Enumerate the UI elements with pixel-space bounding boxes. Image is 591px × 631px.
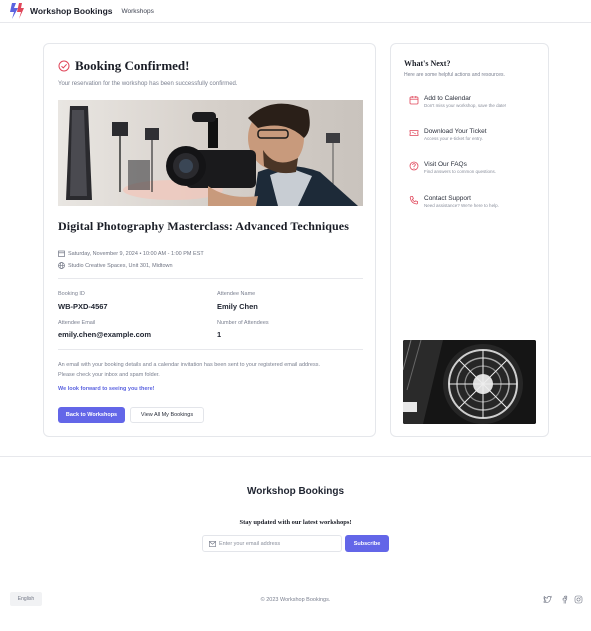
booking-confirmation-card: Booking Confirmed! Your reservation for … bbox=[43, 43, 376, 437]
workshop-datetime-row: Saturday, November 9, 2024 • 10:00 AM - … bbox=[58, 250, 204, 257]
action-description: Access your e-ticket for entry. bbox=[424, 136, 483, 141]
brand[interactable]: Workshop Bookings bbox=[9, 2, 113, 20]
newsletter-email-input[interactable] bbox=[219, 540, 329, 547]
ticket-icon bbox=[409, 130, 419, 136]
confirmation-subtitle: Your reservation for the workshop has be… bbox=[58, 81, 238, 87]
workshop-title: Digital Photography Masterclass: Advance… bbox=[58, 219, 350, 233]
workshop-location-row: Studio Creative Spaces, Unit 301, Midtow… bbox=[58, 262, 173, 269]
mail-icon bbox=[209, 540, 216, 547]
confirmation-title: Booking Confirmed! bbox=[75, 58, 190, 73]
instagram-icon[interactable] bbox=[574, 595, 583, 604]
action-title: Add to Calendar bbox=[424, 95, 471, 102]
calendar-icon bbox=[409, 96, 419, 105]
view-all-bookings-button[interactable]: View All My Bookings bbox=[130, 407, 204, 423]
workshop-datetime: Saturday, November 9, 2024 • 10:00 AM - … bbox=[68, 250, 204, 257]
action-description: Need assistance? We're here to help. bbox=[424, 203, 499, 208]
whats-next-subtitle: Here are some helpful actions and resour… bbox=[404, 72, 505, 78]
action-description: Don't miss your workshop, save the date! bbox=[424, 103, 507, 108]
action-title: Visit Our FAQs bbox=[424, 161, 467, 168]
globe-icon bbox=[58, 262, 65, 269]
footer-divider bbox=[0, 456, 591, 457]
visit-faqs-action[interactable]: Visit Our FAQs Find answers to common qu… bbox=[409, 161, 496, 174]
action-title: Download Your Ticket bbox=[424, 128, 487, 135]
attendee-name-label: Attendee Name bbox=[217, 291, 256, 297]
newsletter-email-field[interactable] bbox=[202, 535, 342, 552]
newsletter-title: Stay updated with our latest workshops! bbox=[239, 519, 352, 526]
check-circle-icon bbox=[58, 60, 70, 72]
inbox-notice: Please check your inbox and spam folder. bbox=[58, 372, 160, 378]
closing-message: We look forward to seeing you there! bbox=[58, 386, 155, 392]
staircase-photo bbox=[403, 340, 536, 424]
attendee-count-label: Number of Attendees bbox=[217, 320, 269, 326]
subscribe-button[interactable]: Subscribe bbox=[345, 535, 389, 552]
attendee-name-value: Emily Chen bbox=[217, 302, 258, 311]
download-ticket-action[interactable]: Download Your Ticket Access your e-ticke… bbox=[409, 128, 487, 141]
attendee-email-value: emily.chen@example.com bbox=[58, 330, 152, 339]
workshop-location: Studio Creative Spaces, Unit 301, Midtow… bbox=[68, 262, 173, 269]
copyright-text: © 2023 Workshop Bookings. bbox=[260, 597, 331, 603]
twitter-icon[interactable] bbox=[543, 595, 552, 604]
back-to-workshops-button[interactable]: Back to Workshops bbox=[58, 407, 125, 423]
booking-id-value: WB-PXD-4567 bbox=[58, 302, 108, 311]
attendee-email-label: Attendee Email bbox=[58, 320, 96, 326]
booking-id-label: Booking ID bbox=[58, 291, 85, 297]
calendar-icon bbox=[58, 250, 65, 257]
photographer-image bbox=[58, 100, 363, 206]
brand-name: Workshop Bookings bbox=[30, 6, 113, 16]
contact-support-action[interactable]: Contact Support Need assistance? We're h… bbox=[409, 195, 499, 208]
add-to-calendar-action[interactable]: Add to Calendar Don't miss your workshop… bbox=[409, 95, 506, 108]
divider bbox=[58, 349, 363, 350]
help-icon bbox=[409, 161, 419, 171]
phone-icon bbox=[409, 196, 418, 205]
workshop-hero-image bbox=[58, 100, 363, 206]
attendee-count-value: 1 bbox=[217, 330, 222, 339]
nav-workshops-link[interactable]: Workshops bbox=[122, 8, 154, 15]
footer-brand: Workshop Bookings bbox=[246, 486, 345, 497]
spiral-staircase-image bbox=[403, 340, 536, 424]
whats-next-title: What's Next? bbox=[404, 59, 451, 68]
action-description: Find answers to common questions. bbox=[424, 169, 497, 174]
lightning-logo-icon bbox=[10, 3, 24, 19]
facebook-icon[interactable] bbox=[560, 595, 569, 604]
action-title: Contact Support bbox=[424, 195, 471, 202]
divider bbox=[58, 278, 363, 279]
whats-next-card: What's Next? Here are some helpful actio… bbox=[390, 43, 549, 437]
top-header: Workshop Bookings Workshops bbox=[0, 0, 591, 23]
confirmation-header: Booking Confirmed! bbox=[58, 58, 189, 74]
email-notice: An email with your booking details and a… bbox=[58, 362, 321, 368]
